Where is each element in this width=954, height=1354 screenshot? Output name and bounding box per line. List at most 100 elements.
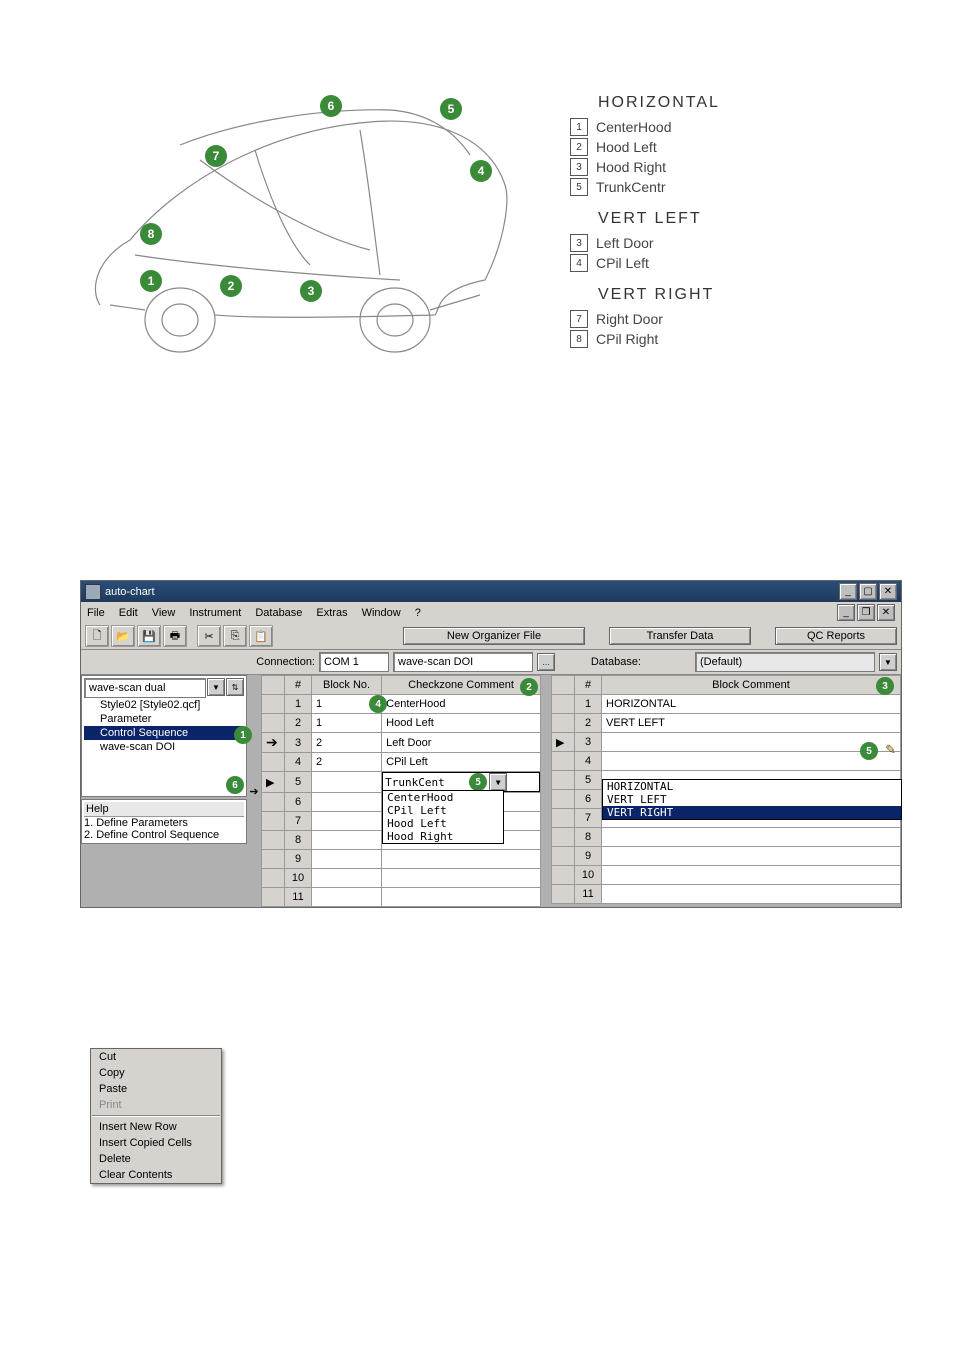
zone-list-icon: 7	[570, 310, 588, 328]
tree-pin-button[interactable]: ⇅	[226, 678, 244, 696]
minimize-button[interactable]: _	[839, 583, 857, 600]
combo-option[interactable]: CPil Left	[383, 804, 503, 817]
save-icon[interactable]: 💾	[137, 625, 161, 647]
copy-icon[interactable]: ⎘	[223, 625, 247, 647]
tree-item-selected[interactable]: Control Sequence	[84, 726, 244, 740]
combo-option[interactable]: Hood Left	[383, 817, 503, 830]
col-header[interactable]: Block Comment 3	[602, 676, 901, 695]
row-pointer-icon: ▶	[552, 733, 575, 752]
zone-badge-3: 3	[300, 280, 322, 302]
new-organizer-button[interactable]: New Organizer File	[403, 627, 585, 645]
zone-list-icon: 2	[570, 138, 588, 156]
database-field[interactable]: (Default)	[695, 652, 875, 672]
col-header[interactable]: #	[285, 676, 312, 695]
zone-list-icon: 3	[570, 234, 588, 252]
transfer-arrow-icon: ➔	[247, 675, 261, 907]
ctx-print: Print	[91, 1097, 221, 1113]
zone-list-icon: 1	[570, 118, 588, 136]
ctx-copy[interactable]: Copy	[91, 1065, 221, 1081]
menu-edit[interactable]: Edit	[119, 607, 138, 619]
window-title: auto-chart	[105, 586, 155, 598]
print-icon[interactable]: 🖶	[163, 625, 187, 647]
new-icon[interactable]: 🗋	[85, 625, 109, 647]
zone-list-label: Left Door	[596, 235, 654, 251]
ctx-clear[interactable]: Clear Contents	[91, 1167, 221, 1183]
edit-pencil-icon: ✎	[885, 742, 896, 758]
menu-window[interactable]: Window	[362, 607, 401, 619]
device-browse-button[interactable]: …	[537, 653, 555, 671]
menu-extras[interactable]: Extras	[316, 607, 347, 619]
zone-badge-8: 8	[140, 223, 162, 245]
paste-icon[interactable]: 📋	[249, 625, 273, 647]
database-dropdown-button[interactable]: ▼	[879, 653, 897, 671]
car-zone-figure: 1 2 3 4 5 6 7 8 HORIZONTAL 1CenterHood 2…	[0, 0, 954, 400]
mdi-close-button[interactable]: ✕	[877, 604, 895, 621]
callout-badge-3: 3	[876, 677, 894, 695]
tree-panel[interactable]: wave-scan dual ▼ ⇅ Style02 [Style02.qcf]…	[81, 675, 247, 797]
col-header[interactable]: Block No.	[312, 676, 382, 695]
zone-list-label: Right Door	[596, 311, 663, 327]
combo-option[interactable]: CenterHood	[383, 791, 503, 804]
zone-list-label: Hood Left	[596, 139, 657, 155]
mdi-minimize-button[interactable]: _	[837, 604, 855, 621]
zone-list-label: CenterHood	[596, 119, 672, 135]
tree-item[interactable]: Style02 [Style02.qcf]	[84, 698, 244, 712]
col-header[interactable]: #	[575, 676, 602, 695]
zone-badge-2: 2	[220, 275, 242, 297]
menu-file[interactable]: File	[87, 607, 105, 619]
zone-group-header: HORIZONTAL	[598, 94, 720, 112]
checkzone-combo[interactable]: 5 ▼	[382, 772, 540, 792]
zone-legend: HORIZONTAL 1CenterHood 2Hood Left 3Hood …	[570, 50, 720, 350]
menu-instrument[interactable]: Instrument	[189, 607, 241, 619]
connection-bar: Connection: COM 1 wave-scan DOI … Databa…	[81, 650, 901, 675]
ctx-separator	[92, 1115, 220, 1117]
context-menu[interactable]: Cut Copy Paste Print Insert New Row Inse…	[90, 1048, 222, 1184]
checkzone-combo-input[interactable]	[383, 773, 467, 791]
combo-option-selected[interactable]: VERT RIGHT	[603, 806, 901, 819]
tree-item[interactable]: wave-scan DOI	[84, 740, 244, 754]
mdi-restore-button[interactable]: ❐	[857, 604, 875, 621]
callout-badge-6: 6	[226, 776, 244, 794]
combo-option[interactable]: Hood Right	[383, 830, 503, 843]
menu-view[interactable]: View	[152, 607, 176, 619]
open-icon[interactable]: 📂	[111, 625, 135, 647]
zone-badge-6: 6	[320, 95, 342, 117]
combo-option[interactable]: HORIZONTAL	[603, 780, 901, 793]
zone-badge-5: 5	[440, 98, 462, 120]
app-icon	[85, 584, 101, 600]
cut-icon[interactable]: ✂	[197, 625, 221, 647]
com-port-field[interactable]: COM 1	[319, 652, 389, 672]
block-grid[interactable]: # Block Comment 3 1HORIZONTAL 2VERT LEFT…	[551, 675, 901, 904]
database-label: Database:	[571, 656, 641, 668]
device-field[interactable]: wave-scan DOI	[393, 652, 533, 672]
row-pointer-icon: ▶	[262, 772, 285, 793]
ctx-insert-copied[interactable]: Insert Copied Cells	[91, 1135, 221, 1151]
ctx-insert-row[interactable]: Insert New Row	[91, 1119, 221, 1135]
maximize-button[interactable]: ▢	[859, 583, 877, 600]
checkzone-combo-button[interactable]: ▼	[489, 773, 507, 791]
zone-list-icon: 5	[570, 178, 588, 196]
zone-badge-7: 7	[205, 145, 227, 167]
zone-list-label: CPil Right	[596, 331, 658, 347]
qc-reports-button[interactable]: QC Reports	[775, 627, 897, 645]
combo-option[interactable]: VERT LEFT	[603, 793, 901, 806]
checkzone-combo-popup[interactable]: CenterHood CPil Left Hood Left Hood Righ…	[382, 790, 504, 844]
ctx-cut[interactable]: Cut	[91, 1049, 221, 1065]
transfer-data-button[interactable]: Transfer Data	[609, 627, 751, 645]
workspace: wave-scan dual ▼ ⇅ Style02 [Style02.qcf]…	[81, 675, 901, 907]
ctx-delete[interactable]: Delete	[91, 1151, 221, 1167]
callout-badge-2: 2	[520, 678, 538, 696]
col-header[interactable]: Checkzone Comment 2	[382, 676, 541, 695]
tree-item[interactable]: Parameter	[84, 712, 244, 726]
close-button[interactable]: ✕	[879, 583, 897, 600]
titlebar[interactable]: auto-chart _ ▢ ✕	[81, 581, 901, 602]
checkzone-grid[interactable]: # Block No. Checkzone Comment 2 1 1 4 Ce…	[261, 675, 541, 907]
tree-root[interactable]: wave-scan dual	[84, 678, 206, 698]
menu-help[interactable]: ?	[415, 607, 421, 619]
menu-database[interactable]: Database	[255, 607, 302, 619]
tree-root-dropdown[interactable]: ▼	[207, 678, 225, 696]
ctx-paste[interactable]: Paste	[91, 1081, 221, 1097]
zone-group-header: VERT LEFT	[598, 210, 720, 228]
help-line: 1. Define Parameters	[84, 817, 244, 829]
block-combo-popup[interactable]: HORIZONTAL VERT LEFT VERT RIGHT	[602, 779, 902, 820]
